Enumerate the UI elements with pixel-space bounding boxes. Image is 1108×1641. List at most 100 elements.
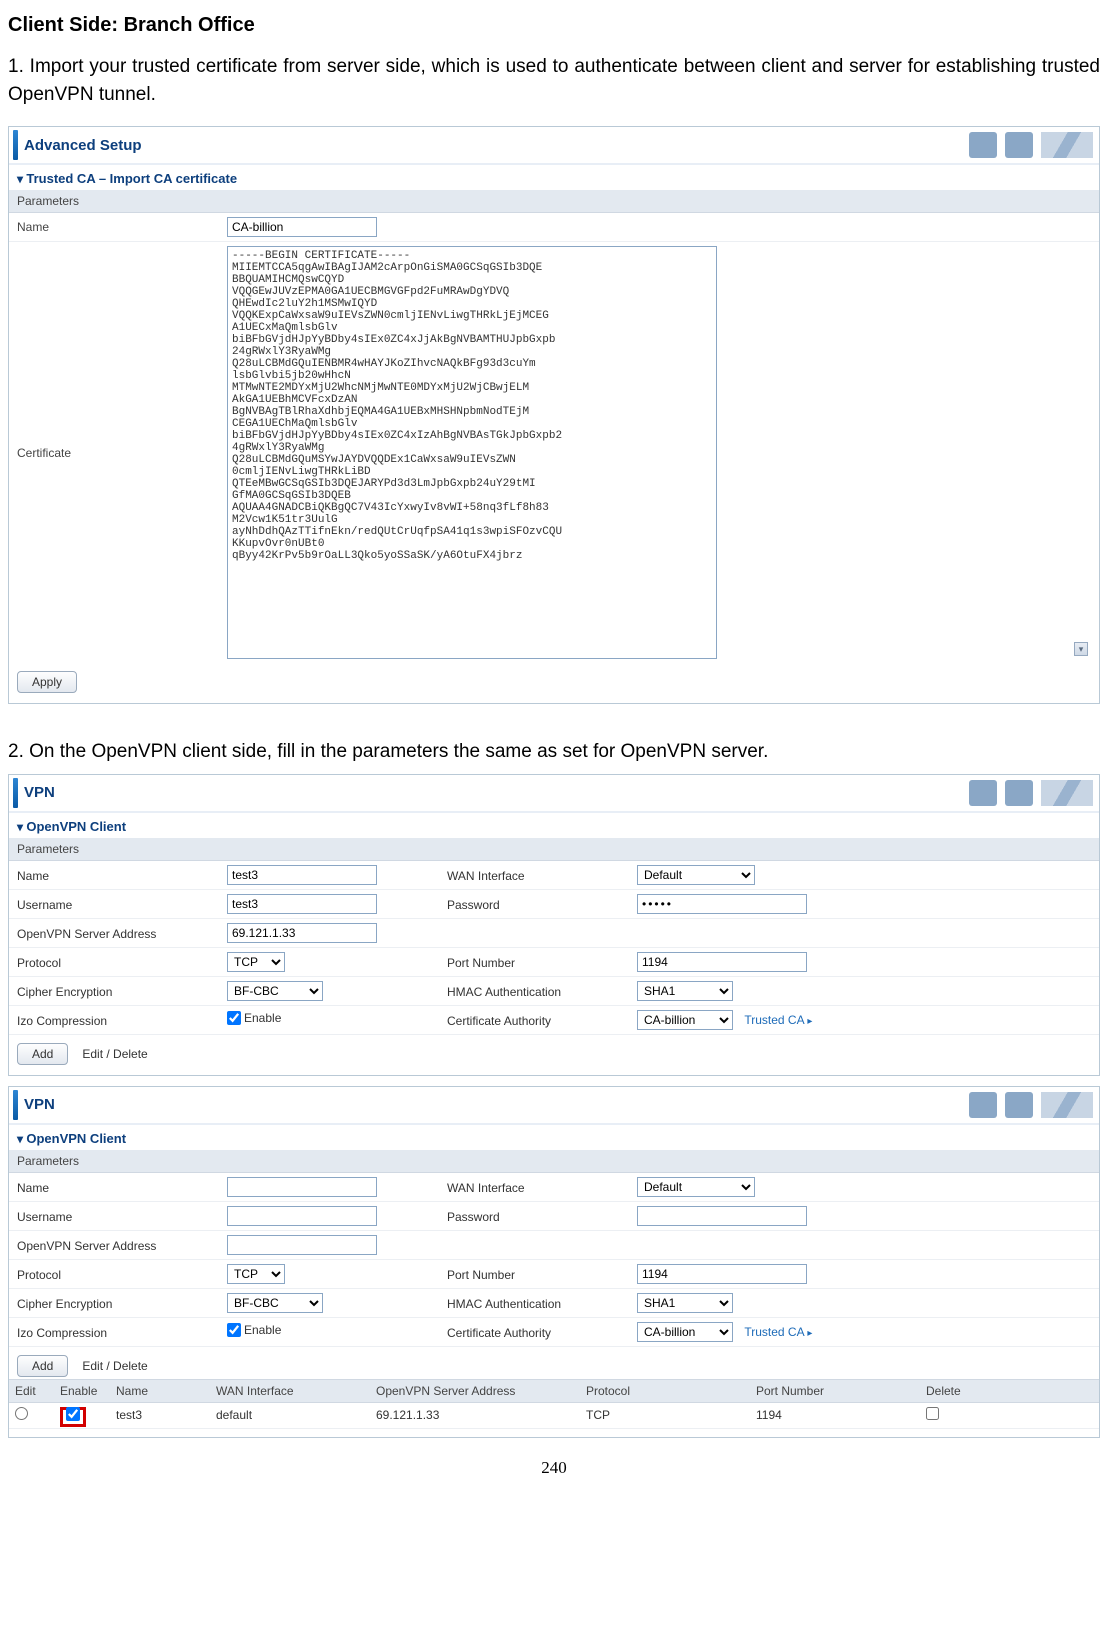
row-protocol-port: Protocol TCP Port Number xyxy=(9,1260,1099,1289)
header-decoration xyxy=(969,780,1093,806)
page-title: Client Side: Branch Office xyxy=(8,14,1100,37)
cipher-select[interactable]: BF-CBC xyxy=(227,1293,323,1313)
row-cipher-hmac: Cipher Encryption BF-CBC HMAC Authentica… xyxy=(9,977,1099,1006)
section-title-openvpn-client[interactable]: OpenVPN Client xyxy=(9,1125,1099,1150)
server-address-input[interactable] xyxy=(227,1235,377,1255)
certificate-authority-label: Certificate Authority xyxy=(447,1323,637,1340)
table-row: test3 default 69.121.1.33 TCP 1194 xyxy=(9,1403,1099,1429)
edit-delete-link[interactable]: Edit / Delete xyxy=(82,1355,147,1377)
izo-compression-label: Izo Compression xyxy=(17,1323,227,1340)
protocol-select[interactable]: TCP xyxy=(227,952,285,972)
row-name: test3 xyxy=(116,1408,216,1422)
password-input[interactable] xyxy=(637,894,807,914)
port-number-label: Port Number xyxy=(447,953,637,970)
row-user-pass: Username Password xyxy=(9,1202,1099,1231)
certificate-authority-select[interactable]: CA-billion xyxy=(637,1322,733,1342)
protocol-select[interactable]: TCP xyxy=(227,1264,285,1284)
username-label: Username xyxy=(17,1207,227,1224)
name-input[interactable] xyxy=(227,217,377,237)
row-name: Name xyxy=(9,213,1099,242)
header-accent-bar xyxy=(13,778,18,808)
col-wan: WAN Interface xyxy=(216,1384,376,1398)
panel-vpn-client-filled: VPN OpenVPN Client Parameters Name WAN I… xyxy=(8,774,1100,1076)
row-address: OpenVPN Server Address xyxy=(9,919,1099,948)
panel-header-title: VPN xyxy=(24,1096,55,1113)
certificate-textarea[interactable]: -----BEGIN CERTIFICATE----- MIIEMTCCA5qg… xyxy=(227,246,717,659)
col-enable: Enable xyxy=(60,1384,116,1398)
port-number-input[interactable] xyxy=(637,1264,807,1284)
section-title-trusted-ca[interactable]: Trusted CA – Import CA certificate xyxy=(9,165,1099,190)
edit-delete-link[interactable]: Edit / Delete xyxy=(82,1043,147,1065)
name-input[interactable] xyxy=(227,865,377,885)
add-button[interactable]: Add xyxy=(17,1355,68,1377)
header-decoration xyxy=(969,132,1093,158)
name-label: Name xyxy=(17,1178,227,1195)
izo-compression-label: Izo Compression xyxy=(17,1011,227,1028)
col-name: Name xyxy=(116,1384,216,1398)
paragraph-1: 1. Import your trusted certificate from … xyxy=(8,53,1100,108)
password-label: Password xyxy=(447,895,637,912)
wan-interface-label: WAN Interface xyxy=(447,866,637,883)
enable-text: Enable xyxy=(244,1323,281,1337)
row-edit-radio[interactable] xyxy=(15,1407,28,1420)
header-accent-bar xyxy=(13,130,18,160)
row-name-wan: Name WAN Interface Default xyxy=(9,1173,1099,1202)
add-button[interactable]: Add xyxy=(17,1043,68,1065)
col-edit: Edit xyxy=(15,1384,60,1398)
row-izo-ca: Izo Compression Enable Certificate Autho… xyxy=(9,1006,1099,1035)
row-wan: default xyxy=(216,1408,376,1422)
panel-vpn-client-blank: VPN OpenVPN Client Parameters Name WAN I… xyxy=(8,1086,1100,1438)
panel-header-title: VPN xyxy=(24,784,55,801)
certificate-label: Certificate xyxy=(17,246,227,460)
server-address-label: OpenVPN Server Address xyxy=(17,924,227,941)
panel-header: Advanced Setup xyxy=(9,127,1099,165)
name-label: Name xyxy=(17,217,227,234)
row-user-pass: Username Password xyxy=(9,890,1099,919)
row-protocol-port: Protocol TCP Port Number xyxy=(9,948,1099,977)
hmac-select[interactable]: SHA1 xyxy=(637,981,733,1001)
panel-header: VPN xyxy=(9,775,1099,813)
izo-enable-checkbox[interactable]: Enable xyxy=(227,1011,281,1025)
hmac-label: HMAC Authentication xyxy=(447,982,637,999)
port-number-input[interactable] xyxy=(637,952,807,972)
row-name-wan: Name WAN Interface Default xyxy=(9,861,1099,890)
username-input[interactable] xyxy=(227,894,377,914)
parameters-subheader: Parameters xyxy=(9,1150,1099,1173)
paragraph-2: 2. On the OpenVPN client side, fill in t… xyxy=(8,738,1100,766)
section-title-openvpn-client[interactable]: OpenVPN Client xyxy=(9,813,1099,838)
cipher-select[interactable]: BF-CBC xyxy=(227,981,323,1001)
trusted-ca-link[interactable]: Trusted CA xyxy=(744,1325,812,1339)
izo-enable-checkbox[interactable]: Enable xyxy=(227,1323,281,1337)
name-input[interactable] xyxy=(227,1177,377,1197)
panel-header-title: Advanced Setup xyxy=(24,137,142,154)
scroll-down-icon[interactable]: ▾ xyxy=(1074,642,1088,656)
certificate-authority-select[interactable]: CA-billion xyxy=(637,1010,733,1030)
trusted-ca-link[interactable]: Trusted CA xyxy=(744,1013,812,1027)
wan-interface-select[interactable]: Default xyxy=(637,865,755,885)
panel-advanced-setup: Advanced Setup Trusted CA – Import CA ce… xyxy=(8,126,1100,704)
apply-button[interactable]: Apply xyxy=(17,671,77,693)
password-input[interactable] xyxy=(637,1206,807,1226)
username-label: Username xyxy=(17,895,227,912)
name-label: Name xyxy=(17,866,227,883)
parameters-subheader: Parameters xyxy=(9,838,1099,861)
col-delete: Delete xyxy=(926,1384,1006,1398)
row-enable-checkbox[interactable] xyxy=(66,1407,80,1421)
page-number: 240 xyxy=(8,1458,1100,1478)
row-delete-checkbox[interactable] xyxy=(926,1407,939,1420)
hmac-select[interactable]: SHA1 xyxy=(637,1293,733,1313)
row-addr: 69.121.1.33 xyxy=(376,1408,586,1422)
col-addr: OpenVPN Server Address xyxy=(376,1384,586,1398)
hmac-label: HMAC Authentication xyxy=(447,1294,637,1311)
grid-header: Edit Enable Name WAN Interface OpenVPN S… xyxy=(9,1379,1099,1403)
protocol-label: Protocol xyxy=(17,953,227,970)
row-address: OpenVPN Server Address xyxy=(9,1231,1099,1260)
protocol-label: Protocol xyxy=(17,1265,227,1282)
parameters-subheader: Parameters xyxy=(9,190,1099,213)
wan-interface-select[interactable]: Default xyxy=(637,1177,755,1197)
server-address-input[interactable] xyxy=(227,923,377,943)
certificate-authority-label: Certificate Authority xyxy=(447,1011,637,1028)
username-input[interactable] xyxy=(227,1206,377,1226)
enable-text: Enable xyxy=(244,1011,281,1025)
row-izo-ca: Izo Compression Enable Certificate Autho… xyxy=(9,1318,1099,1347)
